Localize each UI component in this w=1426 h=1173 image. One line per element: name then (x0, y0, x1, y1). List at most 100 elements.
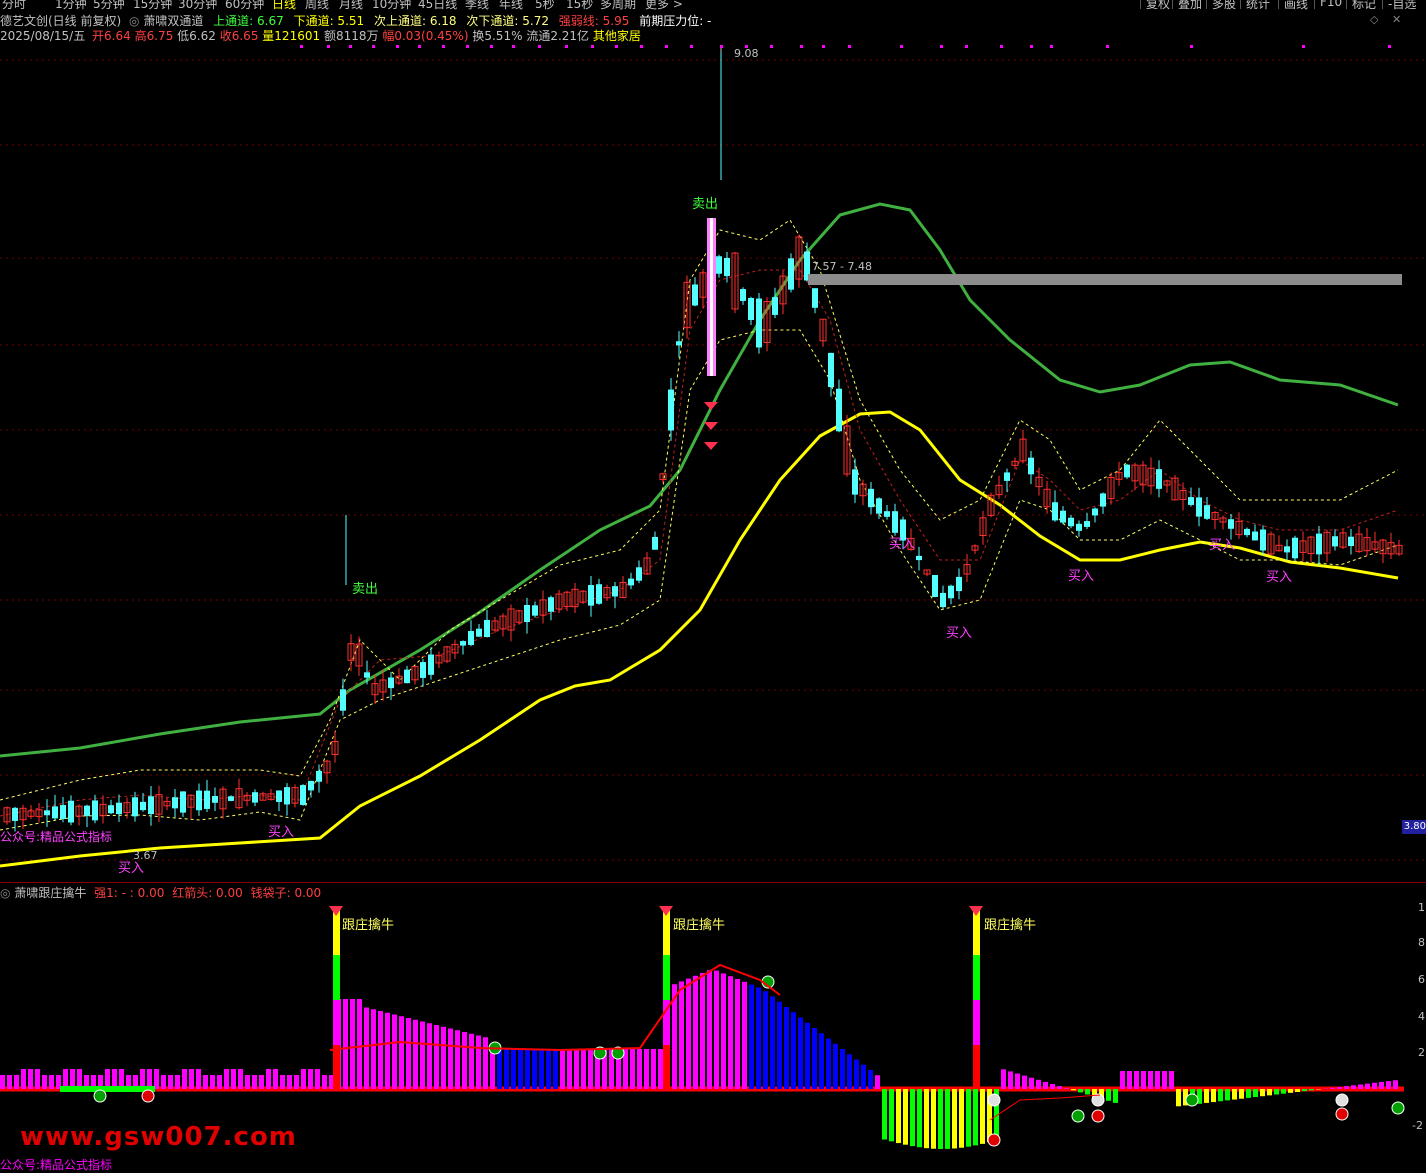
sub-bar (1274, 1089, 1279, 1095)
resistance-value: 前期压力位: - (639, 14, 711, 28)
candle-body-down (1292, 538, 1298, 559)
f10-button[interactable]: F10 (1314, 0, 1342, 9)
candle-body-down (1188, 497, 1194, 505)
sub-bar (539, 1049, 544, 1089)
candle-body-down (316, 771, 322, 782)
top-signal-dot (720, 45, 723, 48)
signal-token-icon (94, 1090, 106, 1102)
sub-bar (1225, 1089, 1230, 1100)
period-tab-yearly[interactable]: 年线 (499, 0, 523, 10)
sub-bar (287, 1075, 292, 1089)
sub-bar (1351, 1085, 1356, 1089)
sub-settings-circle-icon[interactable]: ◎ (0, 886, 10, 900)
period-tab-5min[interactable]: 5分钟 (93, 0, 125, 10)
period-tab-15min[interactable]: 15分钟 (133, 0, 172, 10)
top-signal-dot (512, 45, 515, 48)
candle-body-down (588, 585, 594, 606)
candle-body-down (116, 803, 122, 814)
settings-circle-icon[interactable]: ◎ (129, 14, 139, 28)
period-tab-intraday[interactable]: 分时 (2, 0, 26, 10)
period-tab-monthly[interactable]: 月线 (339, 0, 363, 10)
sub-bar (1001, 1069, 1006, 1089)
candle-body-down (1060, 511, 1066, 523)
period-tab-1min[interactable]: 1分钟 (55, 0, 87, 10)
sub-axis-tick: 6 (1418, 973, 1425, 986)
sub-bar (399, 1016, 404, 1089)
diamond-icon[interactable]: ◇ (1370, 13, 1378, 26)
sub-bar (707, 970, 712, 1089)
sub-bar (1057, 1086, 1062, 1089)
price-grid (0, 45, 1426, 860)
candle-body-down (364, 672, 370, 677)
statistics-button[interactable]: 统计 (1240, 0, 1270, 9)
candle-body-down (956, 577, 962, 591)
period-tab-daily[interactable]: 日线 (272, 0, 296, 10)
period-tab-more[interactable]: 更多 > (645, 0, 683, 10)
sub-bar (784, 1007, 789, 1089)
add-watchlist-button[interactable]: -自选 (1382, 0, 1416, 9)
sub-bar (1379, 1082, 1384, 1089)
overlay-button[interactable]: 叠加 (1172, 0, 1202, 9)
sub-bar (1330, 1088, 1335, 1089)
sub-bar (266, 1069, 271, 1089)
signal-label-1: 跟庄擒牛 (342, 917, 394, 933)
multi-stock-button[interactable]: 多股 (1206, 0, 1236, 9)
candle-body-down (940, 593, 946, 607)
upper-channel-value: 上通道: 6.67 (213, 14, 284, 28)
period-tab-10min[interactable]: 10分钟 (372, 0, 411, 10)
candlestick-chart[interactable]: 7.57 - 7.48 9.08 3.67 卖出 卖出 买入 买入 买入 买入 … (0, 42, 1426, 884)
sub-bar (189, 1069, 194, 1089)
sub-bar (1386, 1081, 1391, 1089)
period-tab-30min[interactable]: 30分钟 (178, 0, 217, 10)
sub-bar (175, 1075, 180, 1089)
mark-button[interactable]: 标记 (1346, 0, 1376, 9)
buy-signal-label-5: 买入 (1068, 569, 1094, 584)
period-tab-weekly[interactable]: 周线 (305, 0, 329, 10)
period-tab-5sec[interactable]: 5秒 (535, 0, 555, 10)
sub-bar (1372, 1083, 1377, 1089)
sub-bar (553, 1049, 558, 1089)
signal-pillar-core (710, 218, 713, 376)
top-signal-dot (822, 45, 825, 48)
sub-bar (532, 1049, 537, 1089)
sub-bar (1365, 1084, 1370, 1089)
spike-yellow (973, 910, 980, 955)
candle-body-down (852, 469, 858, 494)
sub-bar (917, 1089, 922, 1147)
sub-bar (490, 1049, 495, 1089)
sub-bar (1064, 1088, 1069, 1089)
period-tab-15sec[interactable]: 15秒 (566, 0, 593, 10)
signal-token-icon (1336, 1108, 1348, 1120)
sub-indicator-name[interactable]: 萧啸跟庄擒牛 (14, 886, 86, 900)
sub-bar (812, 1028, 817, 1089)
candle-body-down (84, 806, 90, 816)
candle-body-down (612, 586, 618, 596)
period-tab-60min[interactable]: 60分钟 (225, 0, 264, 10)
sub-bar (931, 1089, 936, 1149)
pane-separator[interactable] (0, 882, 1426, 883)
restore-rights-button[interactable]: 复权 (1140, 0, 1170, 9)
draw-line-button[interactable]: 画线 (1278, 0, 1308, 9)
sub-bar (1141, 1071, 1146, 1089)
candle-body-down (1316, 534, 1322, 555)
sub-bar (210, 1075, 215, 1089)
quote-volume: 量121601 (262, 29, 320, 43)
sub-bar (441, 1027, 446, 1089)
indicator-name[interactable]: 萧啸双通道 (143, 14, 203, 28)
sub-bar (28, 1069, 33, 1089)
candle-body-down (52, 806, 58, 818)
period-tab-multi[interactable]: 多周期 (600, 0, 636, 10)
sub-bar (721, 973, 726, 1089)
site-watermark: www.gsw007.com (20, 1122, 297, 1152)
close-icon[interactable]: ✕ (1392, 13, 1401, 26)
red-arrow-value: 红箭头: 0.00 (172, 886, 243, 900)
sub-axis-tick: -2 (1412, 1119, 1423, 1132)
sub-lower-channel-value: 次下通道: 5.72 (466, 14, 549, 28)
candle-body-down (132, 797, 138, 816)
stock-title: 德艺文创(日线 前复权) (0, 14, 121, 28)
top-signal-dot (466, 45, 469, 48)
period-tab-45day[interactable]: 45日线 (418, 0, 457, 10)
spike-green (663, 955, 670, 1000)
sub-lower-channel-line (0, 330, 1398, 830)
period-tab-quarterly[interactable]: 季线 (465, 0, 489, 10)
